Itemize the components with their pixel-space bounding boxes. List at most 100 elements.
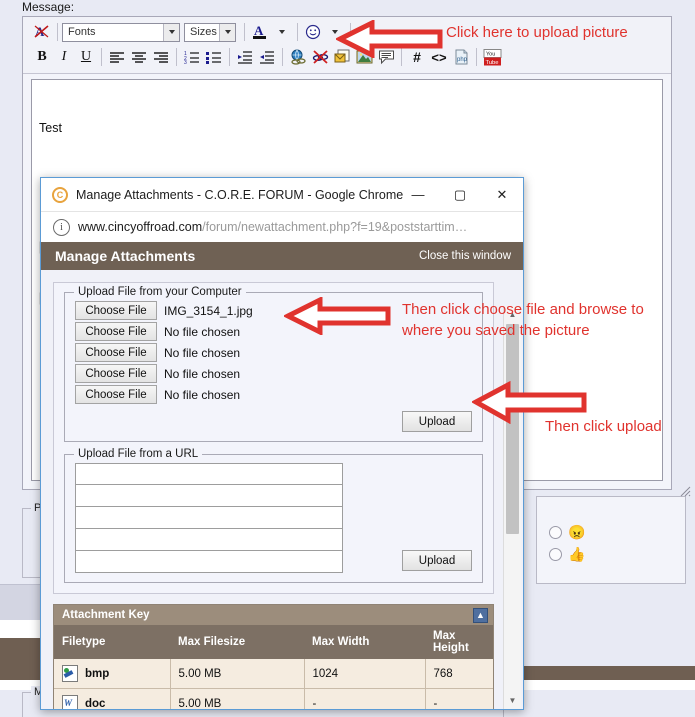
toolbar-separator [176,48,177,66]
chrome-url-domain: www.cincyoffroad.com [78,220,203,234]
site-info-icon[interactable]: i [53,218,70,236]
close-window-link[interactable]: Close this window [419,250,511,262]
choose-file-button[interactable]: Choose File [75,364,157,383]
upload-url-legend: Upload File from a URL [74,448,203,460]
page-scrollbar[interactable]: ▲ ▼ [503,306,521,709]
cell-max-filesize: 5.00 MB [170,688,305,709]
annotation-text-3: Then click upload [545,418,662,435]
thumbs-up-emoji: 👍 [568,546,586,562]
choose-file-button[interactable]: Choose File [75,301,157,320]
image-file-icon [62,665,78,682]
radio-button[interactable] [549,525,562,539]
column-max-width: Max Width [304,625,425,659]
scrollbar-thumb[interactable] [506,324,519,534]
chrome-titlebar[interactable]: C Manage Attachments - C.O.R.E. FORUM - … [41,178,523,212]
angry-face-emoji: 😠 [568,524,586,540]
font-color-dropdown-icon[interactable] [271,21,293,43]
cell-max-filesize: 5.00 MB [170,659,305,689]
chosen-file-name: No file chosen [164,366,241,381]
cell-max-height: - [425,688,493,709]
annotation-text-2-line1: Then click choose file and browse to [402,301,644,318]
chrome-popup-window[interactable]: C Manage Attachments - C.O.R.E. FORUM - … [40,177,524,710]
align-right-icon[interactable] [150,46,172,68]
minimize-button[interactable]: — [397,178,439,211]
font-size-value: Sizes [190,26,217,38]
svg-text:php: php [457,57,468,63]
indent-icon[interactable] [256,46,278,68]
svg-text:3: 3 [184,60,187,64]
choose-file-button[interactable]: Choose File [75,322,157,341]
scroll-down-arrow[interactable]: ▼ [504,692,521,709]
toolbar-separator [57,23,58,41]
cell-filetype: doc [54,688,171,709]
chosen-file-name: No file chosen [164,345,241,360]
remove-link-icon[interactable] [309,46,331,68]
bold-icon[interactable]: B [31,46,53,68]
annotation-text-2: Then click choose file and browse to whe… [402,299,692,341]
italic-icon[interactable]: I [53,46,75,68]
attachments-header: Manage Attachments Close this window [41,242,523,270]
radio-button[interactable] [549,547,562,561]
upload-computer-button[interactable]: Upload [402,411,472,432]
filetype-label: bmp [85,667,110,680]
file-input-row[interactable]: Choose File No file chosen [75,385,472,404]
align-center-icon[interactable] [128,46,150,68]
file-input-row[interactable]: Choose File No file chosen [75,343,472,362]
word-doc-icon [62,695,78,709]
collapse-icon[interactable]: ▲ [473,607,488,623]
chevron-down-icon [219,23,235,41]
file-input-row[interactable]: Choose File No file chosen [75,364,472,383]
chrome-url-path: /forum/newattachment.php?f=19&poststartt… [202,220,468,234]
url-input[interactable] [75,507,343,529]
toolbar-separator [244,23,245,41]
rating-fieldset: 😠 👍 [536,496,686,584]
chosen-file-name: No file chosen [164,387,241,402]
core-forum-favicon: C [52,186,68,203]
toolbar-separator [282,48,283,66]
remove-formatting-icon[interactable]: A [31,21,53,43]
align-left-icon[interactable] [106,46,128,68]
toolbar-separator [229,48,230,66]
column-max-filesize: Max Filesize [170,625,304,659]
resize-grip-icon[interactable] [679,484,691,497]
url-input[interactable] [75,485,343,507]
attachment-key-header: Attachment Key ▲ [54,605,493,625]
insert-link-icon[interactable] [287,46,309,68]
font-family-value: Fonts [68,26,96,38]
rating-option-angry[interactable]: 😠 [549,525,585,539]
font-family-select[interactable]: Fonts [62,22,180,42]
attachments-title: Manage Attachments [55,248,196,264]
choose-file-button[interactable]: Choose File [75,343,157,362]
chrome-address-bar[interactable]: i www.cincyoffroad.com/forum/newattachme… [41,212,523,243]
table-row: doc 5.00 MB - - [54,688,493,709]
url-input[interactable] [75,529,343,551]
attachment-key-table: Attachment Key ▲ Filetype Max Filesize M… [53,604,494,709]
cell-max-width: - [304,688,426,709]
annotation-arrow-2 [282,295,392,340]
cell-filetype: bmp [54,659,171,689]
maximize-button[interactable]: ▢ [439,178,481,211]
rating-option-thumbsup[interactable]: 👍 [549,547,585,561]
chrome-url: www.cincyoffroad.com/forum/newattachment… [78,220,467,234]
underline-icon[interactable]: U [75,46,97,68]
cell-max-width: 1024 [304,659,426,689]
choose-file-button[interactable]: Choose File [75,385,157,404]
php-icon[interactable]: php [450,46,472,68]
message-line-1: Test [39,121,62,135]
smilie-icon[interactable] [302,21,324,43]
upload-computer-legend: Upload File from your Computer [74,286,246,298]
chrome-window-title: Manage Attachments - C.O.R.E. FORUM - Go… [76,187,404,202]
font-size-select[interactable]: Sizes [184,22,236,42]
close-button[interactable]: ✕ [481,178,523,211]
outdent-icon[interactable] [234,46,256,68]
ordered-list-icon[interactable]: 1 2 3 [181,46,203,68]
toolbar-separator [101,48,102,66]
toolbar-separator [297,23,298,41]
url-input[interactable] [75,551,343,573]
svg-text:You: You [486,51,495,57]
youtube-icon[interactable]: You Tube [481,46,503,68]
font-color-icon[interactable]: A [249,21,271,43]
upload-url-button[interactable]: Upload [402,550,472,571]
unordered-list-icon[interactable] [203,46,225,68]
url-input[interactable] [75,463,343,485]
